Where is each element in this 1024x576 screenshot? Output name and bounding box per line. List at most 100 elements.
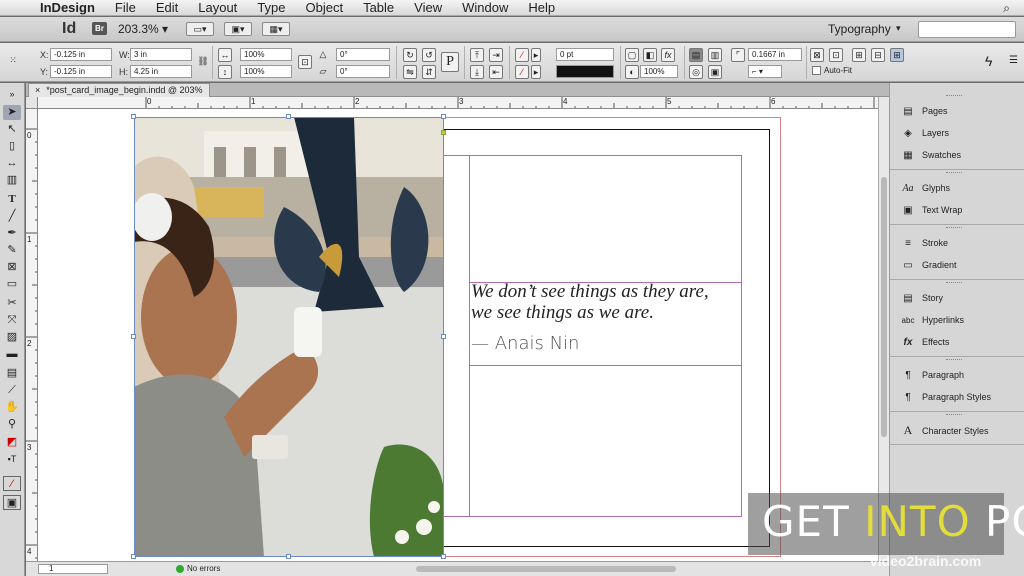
gradient-feather-tool-icon[interactable]: ▬ (3, 347, 21, 362)
rotate-ccw-icon[interactable]: ↺ (422, 48, 436, 62)
fit-content-proportionally-icon[interactable]: ⊡ (829, 48, 843, 62)
panel-character-styles[interactable]: A Character Styles (900, 421, 989, 439)
shear-angle-field[interactable]: 0° (336, 65, 390, 78)
chevron-down-icon[interactable]: ▾ (896, 23, 901, 34)
screen-mode-button[interactable]: ▣▾ (224, 22, 252, 36)
panel-paragraph-styles[interactable]: ¶ Paragraph Styles (900, 388, 991, 406)
stroke-none-swatch-icon[interactable]: ⁄ (515, 65, 529, 79)
scroll-thumb[interactable] (881, 177, 887, 437)
panel-swatches[interactable]: ▦ Swatches (900, 146, 961, 164)
y-position-field[interactable]: -0.125 in (50, 65, 112, 78)
panel-grip[interactable] (946, 227, 962, 229)
resize-handle[interactable] (131, 554, 136, 559)
menu-table[interactable]: Table (353, 0, 404, 16)
select-container-icon[interactable]: ⤒ (470, 48, 484, 62)
screen-mode-icon[interactable]: ▣ (3, 495, 21, 510)
resize-handle[interactable] (286, 554, 291, 559)
panel-gradient[interactable]: ▭ Gradient (900, 256, 956, 274)
panel-grip[interactable] (946, 172, 962, 174)
menu-file[interactable]: File (105, 0, 146, 16)
fill-none-swatch-icon[interactable]: ⁄ (515, 48, 529, 62)
direct-selection-tool-icon[interactable]: ↖ (3, 122, 21, 137)
page-tool-icon[interactable]: ▯ (3, 139, 21, 154)
width-field[interactable]: 3 in (130, 48, 192, 61)
hand-tool-icon[interactable]: ✋ (3, 400, 21, 415)
resize-handle[interactable] (131, 114, 136, 119)
eyedropper-tool-icon[interactable]: ⟋ (3, 383, 21, 398)
gradient-swatch-tool-icon[interactable]: ▨ (3, 330, 21, 345)
preflight-status[interactable]: No errors (176, 564, 220, 573)
rotation-angle-field[interactable]: 0° (336, 48, 390, 61)
effects-fx-icon[interactable]: fx (661, 48, 675, 62)
panel-layers[interactable]: ◈ Layers (900, 124, 949, 142)
view-options-button[interactable]: ▭▾ (186, 22, 214, 36)
text-wrap-none-icon[interactable]: ▤ (689, 48, 703, 62)
menu-object[interactable]: Object (296, 0, 354, 16)
menu-help[interactable]: Help (518, 0, 565, 16)
menu-edit[interactable]: Edit (146, 0, 188, 16)
horizontal-scroll-thumb[interactable] (416, 566, 676, 572)
auto-fit-checkbox[interactable]: Auto-Fit (812, 66, 852, 76)
menu-type[interactable]: Type (247, 0, 295, 16)
panel-text-wrap[interactable]: ▣ Text Wrap (900, 201, 962, 219)
scale-x-field[interactable]: 100% (240, 48, 292, 61)
panel-grip[interactable] (946, 359, 962, 361)
rectangle-frame-tool-icon[interactable]: ⊠ (3, 260, 21, 275)
horizontal-ruler[interactable]: 0 1 2 3 4 5 6 (38, 97, 878, 109)
resize-handle[interactable] (441, 114, 446, 119)
drop-shadow-icon[interactable]: ▢ (625, 48, 639, 62)
image-frame-selection[interactable] (134, 117, 444, 557)
help-search-input[interactable] (918, 21, 1016, 38)
corner-shape-select[interactable]: ⌐ ▾ (748, 65, 782, 78)
panel-grip[interactable] (946, 282, 962, 284)
fit-content-to-frame-icon[interactable]: ⊞ (852, 48, 866, 62)
zoom-tool-icon[interactable]: ⚲ (3, 417, 21, 432)
scissors-tool-icon[interactable]: ✂ (3, 296, 21, 311)
quote-text-frame[interactable]: We don’t see things as they are, we see … (471, 281, 751, 323)
constrain-proportions-icon[interactable]: ⛓ (196, 55, 210, 69)
rectangle-tool-icon[interactable]: ▭ (3, 277, 21, 292)
bridge-button[interactable]: Br (92, 22, 107, 35)
fit-frame-to-content-icon[interactable]: ⊞ (890, 48, 904, 62)
menu-view[interactable]: View (404, 0, 452, 16)
x-position-field[interactable]: -0.125 in (50, 48, 112, 61)
quick-apply-icon[interactable]: ϟ (985, 53, 992, 69)
select-previous-icon[interactable]: ⇤ (489, 65, 503, 79)
fit-frame-icon[interactable]: ▣ (708, 65, 722, 79)
rotate-cw-icon[interactable]: ↻ (403, 48, 417, 62)
free-transform-tool-icon[interactable]: ⤧ (3, 313, 21, 328)
fill-menu-chevron-icon[interactable]: ▸ (531, 48, 541, 62)
height-field[interactable]: 4.25 in (130, 65, 192, 78)
quote-author[interactable]: — Anais Nin (471, 333, 579, 354)
content-grabber[interactable] (441, 130, 446, 135)
panel-grip[interactable] (946, 95, 962, 97)
panel-menu-icon[interactable]: ☰ (1009, 55, 1018, 66)
menu-layout[interactable]: Layout (188, 0, 247, 16)
shadow-toggle-icon[interactable]: ◧ (643, 48, 657, 62)
document-tab[interactable]: × *post_card_image_begin.indd @ 203% (28, 83, 210, 97)
menu-indesign[interactable]: InDesign (30, 0, 105, 16)
menu-window[interactable]: Window (452, 0, 518, 16)
close-tab-icon[interactable]: × (35, 85, 40, 95)
panel-stroke[interactable]: ≡ Stroke (900, 234, 948, 252)
flip-horizontal-icon[interactable]: ⇋ (403, 65, 417, 79)
corner-options-icon[interactable]: ⌜ (731, 48, 745, 62)
panel-pages[interactable]: ▤ Pages (900, 102, 947, 120)
workspace-switcher[interactable]: Typography (828, 22, 891, 36)
reference-point-icon[interactable]: ⁙ (6, 54, 20, 68)
vertical-ruler[interactable]: 0 1 2 3 4 (26, 109, 38, 561)
panel-paragraph[interactable]: ¶ Paragraph (900, 366, 964, 384)
text-wrap-bounding-icon[interactable]: ▥ (708, 48, 722, 62)
type-tool-icon[interactable]: T (3, 192, 21, 207)
frame-fitting-icon[interactable]: ◎ (689, 65, 703, 79)
formatting-affects-text-icon[interactable]: ▪T (3, 452, 21, 467)
selection-tool-icon[interactable]: ➤ (3, 105, 21, 120)
scale-y-field[interactable]: 100% (240, 65, 292, 78)
page-number-field[interactable]: 1 (38, 564, 108, 574)
line-tool-icon[interactable]: ╱ (3, 209, 21, 224)
pen-tool-icon[interactable]: ✒ (3, 226, 21, 241)
select-content-icon[interactable]: ⤓ (470, 65, 484, 79)
content-collector-icon[interactable]: ▥ (3, 173, 21, 188)
vertical-scrollbar[interactable] (878, 97, 889, 561)
resize-handle[interactable] (441, 554, 446, 559)
